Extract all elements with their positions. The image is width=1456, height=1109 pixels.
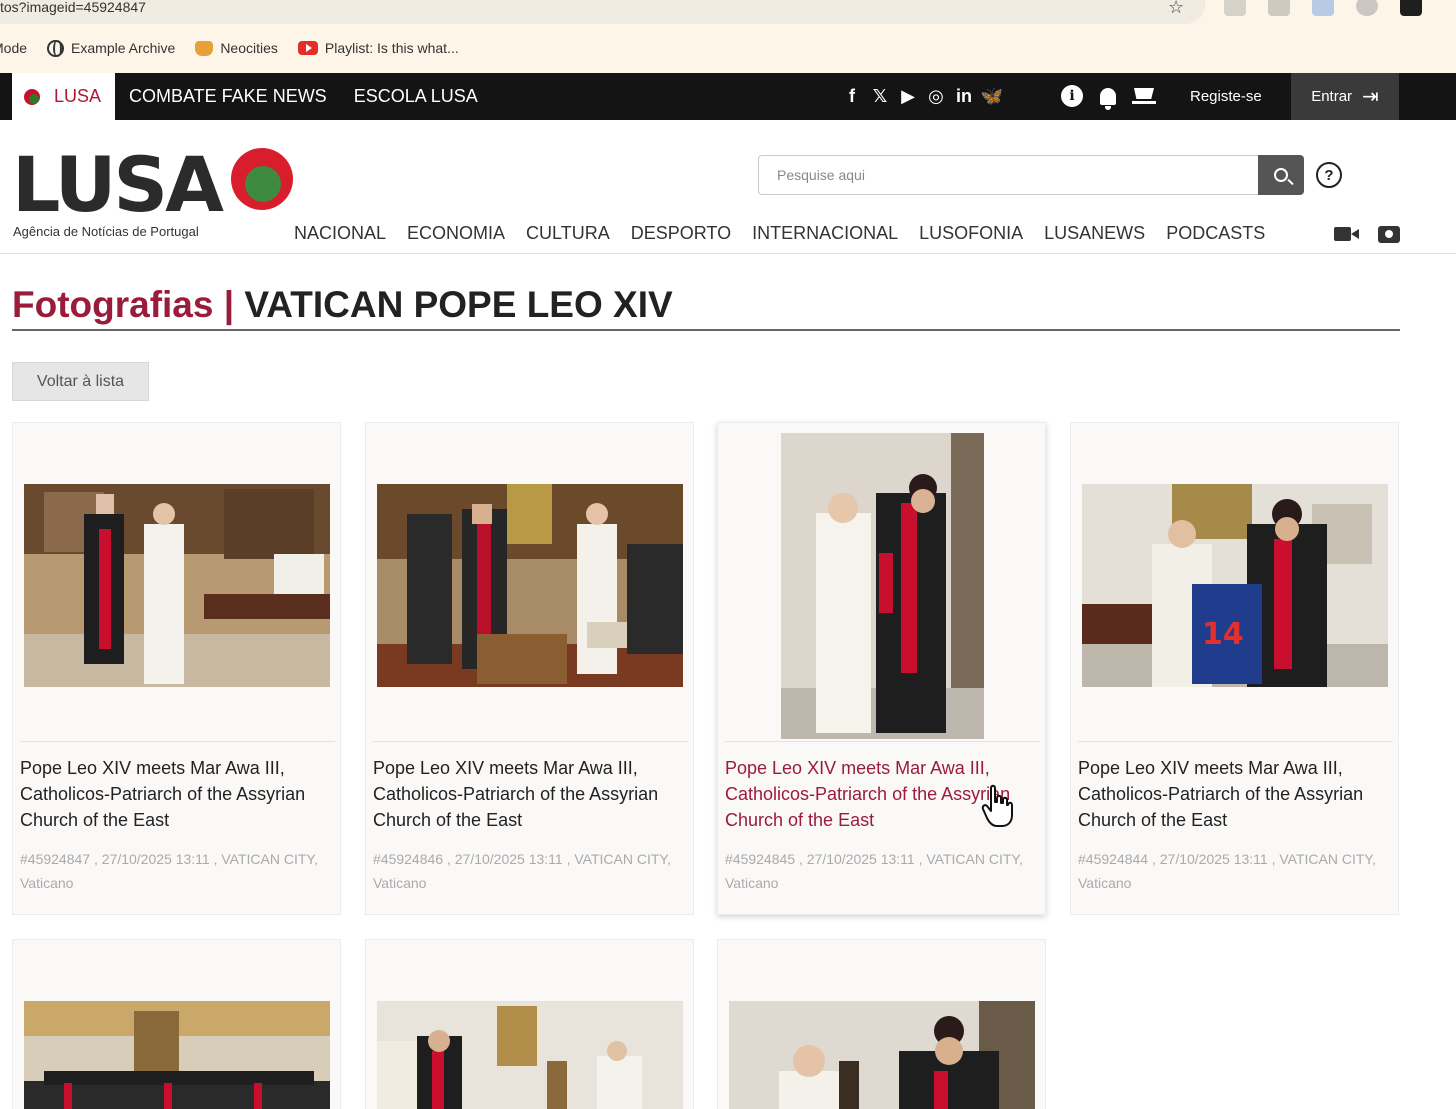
photo-meta: #45924845 , 27/10/2025 13:11 , VATICAN C… — [725, 851, 1023, 891]
lusa-logo[interactable]: LUSA Agência de Notícias de Portugal — [12, 140, 293, 241]
info-icon: i — [1061, 85, 1083, 107]
hand-pointer-cursor-icon — [981, 784, 1013, 827]
nav-economia[interactable]: ECONOMIA — [407, 223, 505, 244]
photo-caption[interactable]: Pope Leo XIV meets Mar Awa III, Catholic… — [1078, 755, 1393, 833]
address-bar[interactable]: tos?imageid=45924847 — [0, 0, 1205, 24]
main-nav: NACIONAL ECONOMIA CULTURA DESPORTO INTER… — [294, 223, 1265, 244]
card-divider — [373, 741, 688, 742]
page-title: Fotografias | VATICAN POPE LEO XIV — [12, 284, 673, 326]
photo-card[interactable]: Pope Leo XIV meets Mar Awa III, Catholic… — [365, 422, 694, 915]
extension-icon[interactable] — [1268, 0, 1290, 16]
register-link[interactable]: Registe-se — [1190, 73, 1262, 120]
site-topbar: LUSA COMBATE FAKE NEWS ESCOLA LUSA f 𝕏 ▶… — [0, 73, 1456, 120]
x-icon[interactable]: 𝕏 — [868, 85, 892, 107]
cat-icon — [195, 40, 214, 56]
extension-toolbar — [1224, 0, 1422, 16]
svg-text:14: 14 — [1202, 617, 1244, 652]
photo-meta: #45924844 , 27/10/2025 13:11 , VATICAN C… — [1078, 851, 1376, 891]
video-icon[interactable] — [1334, 227, 1359, 241]
search-box — [758, 155, 1259, 195]
nav-internacional[interactable]: INTERNACIONAL — [752, 223, 898, 244]
youtube-icon[interactable]: ▶ — [896, 85, 920, 107]
photo-thumbnail[interactable] — [729, 1001, 1035, 1109]
browser-chrome: tos?imageid=45924847 ☆ Mode Example Arch… — [0, 0, 1456, 73]
photo-caption[interactable]: Pope Leo XIV meets Mar Awa III, Catholic… — [20, 755, 335, 833]
gallery-title: VATICAN POPE LEO XIV — [244, 284, 673, 325]
bookmarks-bar: Mode Example Archive Neocities Playlist:… — [0, 36, 479, 60]
nav-nacional[interactable]: NACIONAL — [294, 223, 386, 244]
social-links: f 𝕏 ▶ ◎ in 🦋 — [840, 85, 1004, 107]
instagram-icon[interactable]: ◎ — [924, 85, 948, 107]
photo-card[interactable] — [717, 939, 1046, 1109]
nav-cultura[interactable]: CULTURA — [526, 223, 610, 244]
card-divider — [20, 741, 335, 742]
photo-caption[interactable]: Pope Leo XIV meets Mar Awa III, Catholic… — [373, 755, 688, 833]
extension-icon[interactable] — [1312, 0, 1334, 16]
utility-icons: i — [1060, 84, 1156, 110]
photo-thumbnail[interactable]: 14 — [1082, 484, 1388, 687]
bookmark-item[interactable]: Neocities — [195, 40, 278, 56]
photo-card[interactable]: Pope Leo XIV meets Mar Awa III, Catholic… — [717, 422, 1046, 915]
logo-mark-icon — [231, 148, 293, 210]
lusa-logo-icon — [24, 88, 40, 105]
section-label[interactable]: Fotografias | — [12, 284, 234, 325]
logo-wordmark: LUSA — [12, 140, 224, 229]
cart-button[interactable] — [1132, 84, 1156, 108]
photo-card[interactable] — [12, 939, 341, 1109]
nav-lusofonia[interactable]: LUSOFONIA — [919, 223, 1023, 244]
help-icon[interactable]: ? — [1316, 162, 1342, 188]
top-nav: COMBATE FAKE NEWS ESCOLA LUSA — [129, 73, 478, 120]
nav-podcasts[interactable]: PODCASTS — [1166, 223, 1265, 244]
photo-card[interactable]: 14 Pope Leo XIV meets Mar Awa III, Catho… — [1070, 422, 1399, 915]
url-text: tos?imageid=45924847 — [0, 0, 146, 15]
login-label: Entrar — [1311, 88, 1353, 105]
globe-icon — [47, 39, 65, 57]
bluesky-icon[interactable]: 🦋 — [980, 85, 1004, 107]
header-divider — [0, 253, 1456, 254]
search-button[interactable] — [1258, 155, 1304, 195]
title-divider — [12, 329, 1400, 331]
facebook-icon[interactable]: f — [840, 85, 864, 107]
cart-icon — [1132, 88, 1156, 104]
nav-combate-fake-news[interactable]: COMBATE FAKE NEWS — [129, 86, 327, 107]
linkedin-icon[interactable]: in — [952, 85, 976, 107]
logo-subtitle: Agência de Notícias de Portugal — [13, 224, 199, 239]
extension-icon[interactable] — [1224, 0, 1246, 16]
sign-in-icon: ⇥ — [1362, 86, 1379, 108]
bookmark-item[interactable]: Example Archive — [47, 39, 175, 57]
photo-thumbnail[interactable] — [781, 433, 984, 739]
photo-meta: #45924847 , 27/10/2025 13:11 , VATICAN C… — [20, 851, 318, 891]
bookmark-star-icon[interactable]: ☆ — [1168, 0, 1184, 16]
photo-thumbnail[interactable] — [24, 484, 330, 687]
login-button[interactable]: Entrar ⇥ — [1291, 73, 1399, 120]
photo-card[interactable]: Pope Leo XIV meets Mar Awa III, Catholic… — [12, 422, 341, 915]
notifications-button[interactable] — [1096, 84, 1120, 110]
camera-icon[interactable] — [1378, 226, 1400, 243]
nav-desporto[interactable]: DESPORTO — [631, 223, 731, 244]
bookmark-item[interactable]: Playlist: Is this what... — [297, 40, 459, 56]
card-divider — [1078, 741, 1393, 742]
lusa-tab-label: LUSA — [54, 86, 102, 106]
search-icon — [1274, 168, 1288, 182]
nav-escola-lusa[interactable]: ESCOLA LUSA — [354, 86, 478, 107]
photo-meta: #45924846 , 27/10/2025 13:11 , VATICAN C… — [373, 851, 671, 891]
photo-thumbnail[interactable] — [377, 1001, 683, 1109]
info-button[interactable]: i — [1060, 84, 1084, 108]
photo-thumbnail[interactable] — [24, 1001, 330, 1109]
bell-icon — [1100, 87, 1116, 110]
lusa-home-tab[interactable]: LUSA — [12, 73, 115, 120]
photo-thumbnail[interactable] — [377, 484, 683, 687]
card-divider — [725, 741, 1040, 742]
back-to-list-button[interactable]: Voltar à lista — [12, 362, 149, 401]
search-input[interactable] — [759, 156, 1259, 194]
nav-lusanews[interactable]: LUSANEWS — [1044, 223, 1145, 244]
profile-avatar[interactable] — [1356, 0, 1378, 16]
photo-card[interactable] — [365, 939, 694, 1109]
youtube-icon — [297, 41, 318, 55]
extension-icon[interactable] — [1400, 0, 1422, 16]
bookmark-item[interactable]: Mode — [0, 40, 27, 56]
